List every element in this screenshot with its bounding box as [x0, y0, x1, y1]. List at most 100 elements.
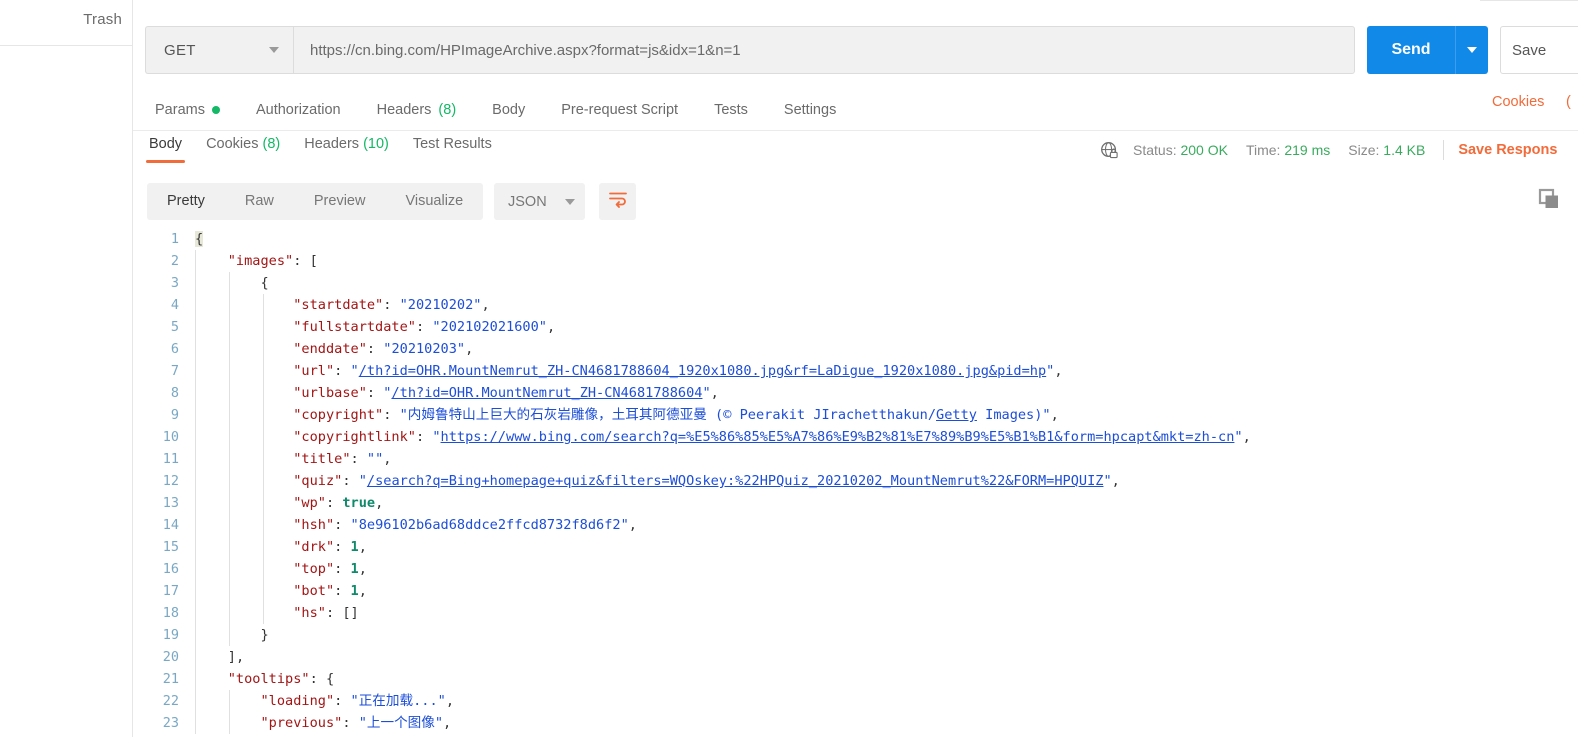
- http-method-select[interactable]: GET: [145, 26, 293, 74]
- code-line-content: "hsh": "8e96102b6ad68ddce2ffcd8732f8d6f2…: [195, 514, 637, 536]
- token-punc: ,: [1111, 473, 1120, 489]
- tab-tests[interactable]: Tests: [696, 102, 766, 118]
- tab-params[interactable]: Params: [145, 102, 238, 118]
- format-tab-visualize[interactable]: Visualize: [385, 183, 483, 220]
- code-line: 2 "images": [: [133, 250, 1578, 272]
- token-str: ": [1103, 473, 1112, 489]
- token-punc: :: [334, 693, 351, 709]
- cookies-link[interactable]: Cookies: [1492, 94, 1544, 110]
- code-line-content: "loading": "正在加载...",: [195, 690, 454, 712]
- code-line-content: "title": "",: [195, 448, 391, 470]
- code-line: 20 ],: [133, 646, 1578, 668]
- response-tab-cookies[interactable]: Cookies (8): [194, 136, 292, 163]
- indent-guide: [263, 602, 264, 624]
- chevron-down-icon: [269, 47, 279, 53]
- code-line: 14 "hsh": "8e96102b6ad68ddce2ffcd8732f8d…: [133, 514, 1578, 536]
- token-punc: :: [342, 473, 359, 489]
- response-tab-cookies-label: Cookies: [206, 136, 259, 152]
- copy-button[interactable]: [1536, 188, 1562, 214]
- response-tab-test-results[interactable]: Test Results: [401, 136, 504, 163]
- tab-pre-request-script[interactable]: Pre-request Script: [543, 102, 696, 118]
- token-num: 1: [350, 561, 359, 577]
- token-link[interactable]: /th?id=OHR.MountNemrut_ZH-CN4681788604_1…: [359, 363, 1046, 379]
- sidebar-item-trash[interactable]: Trash: [83, 11, 122, 28]
- tab-headers[interactable]: Headers (8): [359, 102, 475, 118]
- token-key: "top": [293, 561, 335, 577]
- token-link[interactable]: https://www.bing.com/search?q=%E5%86%85%…: [441, 429, 1235, 445]
- indent-guide: [263, 492, 264, 514]
- response-body-viewer[interactable]: 1{2 "images": [3 {4 "startdate": "202102…: [133, 228, 1578, 737]
- tab-body[interactable]: Body: [474, 102, 543, 118]
- code-line: 21 "tooltips": {: [133, 668, 1578, 690]
- code-line: 6 "enddate": "20210203",: [133, 338, 1578, 360]
- code-line-content: "url": "/th?id=OHR.MountNemrut_ZH-CN4681…: [195, 360, 1063, 382]
- token-link[interactable]: /th?id=OHR.MountNemrut_ZH-CN4681788604: [391, 385, 702, 401]
- token-punc: :: [334, 363, 351, 379]
- word-wrap-button[interactable]: [599, 183, 636, 220]
- response-tab-headers[interactable]: Headers (10): [292, 136, 401, 163]
- tab-headers-count: (8): [438, 102, 457, 118]
- cookies-count: (: [1566, 94, 1571, 110]
- tab-pre-request-script-label: Pre-request Script: [561, 102, 679, 118]
- indent-guide: [195, 294, 196, 316]
- token-str: "": [366, 451, 384, 467]
- token-link[interactable]: Getty: [936, 407, 977, 423]
- code-line: 16 "top": 1,: [133, 558, 1578, 580]
- indent-guide: [195, 382, 196, 404]
- send-button[interactable]: Send: [1367, 26, 1455, 74]
- token-key: "bot": [293, 583, 335, 599]
- token-brace: {: [260, 275, 269, 291]
- indent-guide: [229, 470, 230, 492]
- token-punc: ,: [443, 715, 452, 731]
- save-button[interactable]: Save: [1500, 26, 1578, 74]
- indent-guide: [263, 338, 264, 360]
- token-num: 1: [350, 539, 359, 555]
- response-divider: [133, 130, 1578, 131]
- token-punc: :: [334, 539, 351, 555]
- tab-authorization[interactable]: Authorization: [238, 102, 359, 118]
- format-tab-pretty[interactable]: Pretty: [147, 183, 225, 220]
- http-method-label: GET: [164, 41, 196, 59]
- line-number: 15: [162, 539, 179, 555]
- response-tab-headers-label: Headers: [304, 136, 360, 152]
- indent-guide: [263, 558, 264, 580]
- response-tab-body[interactable]: Body: [137, 136, 194, 163]
- line-number: 16: [162, 561, 179, 577]
- indent-guide: [229, 536, 230, 558]
- token-link[interactable]: /search?q=Bing+homepage+quiz&filters=WQO…: [367, 473, 1104, 489]
- token-key: "copyrightlink": [293, 429, 416, 445]
- indent-guide: [195, 624, 196, 646]
- code-line: 15 "drk": 1,: [133, 536, 1578, 558]
- token-brace: []: [342, 605, 359, 621]
- line-number: 21: [162, 671, 179, 687]
- indent-guide: [195, 316, 196, 338]
- token-punc: ,: [628, 517, 637, 533]
- token-punc: :: [383, 297, 400, 313]
- url-input[interactable]: https://cn.bing.com/HPImageArchive.aspx?…: [293, 26, 1355, 74]
- size-value: 1.4 KB: [1383, 142, 1426, 158]
- language-select[interactable]: JSON: [494, 183, 585, 220]
- indent-guide: [229, 624, 230, 646]
- tab-body-label: Body: [492, 102, 526, 118]
- format-tab-preview[interactable]: Preview: [294, 183, 386, 220]
- indent-guide: [195, 580, 196, 602]
- format-tab-raw[interactable]: Raw: [225, 183, 294, 220]
- token-key: "drk": [293, 539, 335, 555]
- indent-guide: [195, 426, 196, 448]
- send-options-button[interactable]: [1455, 26, 1488, 74]
- indent-guide: [195, 690, 196, 712]
- save-response-button[interactable]: Save Respons: [1458, 142, 1557, 158]
- code-line: 22 "loading": "正在加载...",: [133, 690, 1578, 712]
- token-punc: :: [350, 451, 367, 467]
- code-line: 7 "url": "/th?id=OHR.MountNemrut_ZH-CN46…: [133, 360, 1578, 382]
- indent-guide: [195, 448, 196, 470]
- token-punc: ,: [375, 495, 384, 511]
- tab-authorization-label: Authorization: [255, 102, 341, 118]
- code-line: 19 }: [133, 624, 1578, 646]
- indent-guide: [263, 382, 264, 404]
- indent-guide: [195, 668, 196, 690]
- indent-guide: [263, 514, 264, 536]
- tab-settings[interactable]: Settings: [766, 102, 854, 118]
- indent-guide: [195, 338, 196, 360]
- postman-window: Trash GET https://cn.bing.com/HPImageArc…: [0, 0, 1578, 737]
